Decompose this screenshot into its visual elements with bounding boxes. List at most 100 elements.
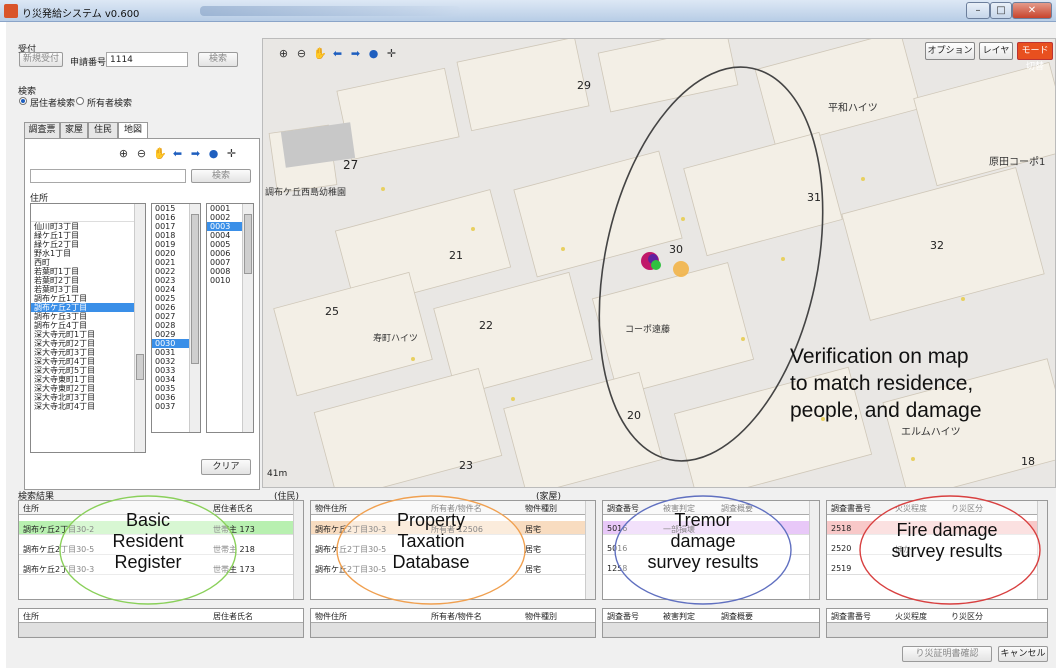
application-number-label: 申請番号: [70, 58, 107, 68]
cancel-button[interactable]: キャンセル: [998, 646, 1048, 662]
map-globe-icon[interactable]: ●: [367, 47, 380, 60]
table-cell: 居宅: [525, 545, 541, 554]
fire-grid-col-degree: 火災程度: [895, 504, 927, 513]
address-list-item[interactable]: 若葉町3丁目: [31, 285, 145, 294]
back-arrow-icon[interactable]: ⬅: [171, 147, 184, 160]
table-cell: 5016: [607, 544, 628, 553]
selected-property-grid[interactable]: 物件住所 所有者/物件名 物件種別: [310, 608, 596, 638]
resident-grid-scrollbar[interactable]: [293, 501, 303, 599]
tab-survey[interactable]: 調査票: [24, 122, 60, 138]
fire-grid-scrollbar[interactable]: [1037, 501, 1047, 599]
address-list-item[interactable]: 深大寺北町4丁目: [31, 402, 145, 411]
clear-button[interactable]: クリア: [201, 459, 251, 475]
overlay-line: damage: [670, 531, 736, 551]
map-label-heiwa: 平和ハイツ: [828, 102, 878, 114]
address-list-item[interactable]: 仙川町3丁目: [31, 222, 145, 231]
map-back-icon[interactable]: ⬅: [331, 47, 344, 60]
property-grid-scrollbar[interactable]: [585, 501, 595, 599]
zoom-in-icon[interactable]: ⊕: [117, 147, 130, 160]
map-label-29: 29: [577, 79, 591, 92]
map-scale-label: 41m: [267, 469, 287, 479]
address-list-item[interactable]: 若葉町2丁目: [31, 276, 145, 285]
table-cell: 世帯主 173: [213, 565, 255, 574]
map-pan-icon[interactable]: ✋: [313, 47, 327, 60]
selected-property-col-address: 物件住所: [315, 612, 347, 621]
table-row[interactable]: [827, 623, 1047, 637]
address-list-scrollbar[interactable]: [134, 204, 145, 452]
lot-number-list[interactable]: 0001 0002 0003 0004 0005 0006 0007 0008 0010: [206, 203, 254, 433]
address-list-item[interactable]: 深大寺東町2丁目: [31, 384, 145, 393]
table-cell: 2519: [831, 564, 852, 573]
disaster-certificate-confirm-button[interactable]: り災証明書確認: [902, 646, 992, 662]
tremor-grid-scrollbar[interactable]: [809, 501, 819, 599]
map-zoom-in-icon[interactable]: ⊕: [277, 47, 290, 60]
tab-map[interactable]: 地図: [118, 122, 148, 139]
map-search-panel: ⊕ ⊖ ✋ ⬅ ➡ ● ✛ 検索 住所 仙川町3丁目 緑ケ丘1丁目 緑ケ丘2丁目 野水…: [24, 138, 260, 490]
table-row[interactable]: [603, 623, 819, 637]
reception-search-button[interactable]: 検索: [198, 52, 238, 67]
tab-house[interactable]: 家屋: [60, 122, 88, 138]
map-forward-icon[interactable]: ➡: [349, 47, 362, 60]
selected-resident-grid[interactable]: 住所 居住者氏名: [18, 608, 304, 638]
overlay-line: Tremor: [674, 510, 732, 530]
minimize-button[interactable]: –: [966, 2, 990, 19]
address-list-item[interactable]: 深大寺元町1丁目: [31, 330, 145, 339]
selected-tremor-col-no: 調査番号: [607, 612, 639, 621]
map-view[interactable]: 27 29 31 32 30 21 22 25 20 23 18 平和ハイツ 原…: [262, 38, 1056, 488]
selected-fire-grid[interactable]: 調査書番号 火災程度 り災区分: [826, 608, 1048, 638]
address-list-item[interactable]: 緑ケ丘1丁目: [31, 231, 145, 240]
address-list-item[interactable]: 深大寺東町1丁目: [31, 375, 145, 384]
tab-resident[interactable]: 住民: [88, 122, 118, 138]
owner-search-radio[interactable]: [76, 97, 84, 105]
address-list-item[interactable]: 野水1丁目: [31, 249, 145, 258]
address-list-item[interactable]: 深大寺北町3丁目: [31, 393, 145, 402]
option-button[interactable]: オプション: [925, 42, 975, 60]
zoom-out-icon[interactable]: ⊖: [135, 147, 148, 160]
mode-switch-button[interactable]: モード切替: [1017, 42, 1053, 72]
address-search-input[interactable]: [30, 169, 186, 183]
address-list-item[interactable]: 調布ケ丘4丁目: [31, 321, 145, 330]
table-row[interactable]: [311, 623, 595, 637]
annotation-line-1: Verification on map: [790, 345, 969, 368]
address-list-item[interactable]: 深大寺元町2丁目: [31, 339, 145, 348]
map-crosshair-icon[interactable]: ✛: [385, 47, 398, 60]
block-list-scrollbar[interactable]: [189, 204, 200, 432]
app-window: 受付 新規受付 申請番号 1114 検索 検索 居住者検索 所有者検索 調査票 …: [6, 22, 1056, 668]
globe-icon[interactable]: ●: [207, 147, 220, 160]
address-list-item[interactable]: 緑ケ丘2丁目: [31, 240, 145, 249]
address-list-item[interactable]: 調布ケ丘3丁目: [31, 312, 145, 321]
panel-search-button[interactable]: 検索: [191, 169, 251, 183]
address-list-item[interactable]: 調布ケ丘1丁目: [31, 294, 145, 303]
crosshair-icon[interactable]: ✛: [225, 147, 238, 160]
map-label-27: 27: [343, 158, 358, 172]
overlay-line: Register: [114, 552, 182, 572]
map-label-32: 32: [930, 239, 944, 252]
selected-fire-col-degree: 火災程度: [895, 612, 927, 621]
overlay-line: Database: [392, 552, 470, 572]
new-reception-button[interactable]: 新規受付: [19, 52, 63, 67]
lot-list-scrollbar[interactable]: [242, 204, 253, 432]
selected-tremor-grid[interactable]: 調査番号 被害判定 調査概要: [602, 608, 820, 638]
close-button[interactable]: ✕: [1012, 2, 1052, 19]
map-label-school: 調布ケ丘西島幼稚園: [265, 186, 346, 198]
map-zoom-out-icon[interactable]: ⊖: [295, 47, 308, 60]
address-list-item[interactable]: 若葉町1丁目: [31, 267, 145, 276]
table-row[interactable]: 2519: [827, 561, 1047, 575]
address-list-item[interactable]: 調布ケ丘2丁目: [31, 303, 145, 312]
pan-hand-icon[interactable]: ✋: [153, 147, 167, 160]
address-list-item[interactable]: 深大寺元町4丁目: [31, 357, 145, 366]
tremor-overlay-label: Tremor damage survey results: [628, 510, 778, 573]
layer-button[interactable]: レイヤ: [979, 42, 1013, 60]
forward-arrow-icon[interactable]: ➡: [189, 147, 202, 160]
table-row[interactable]: [19, 623, 303, 637]
address-list-item[interactable]: 西町: [31, 258, 145, 267]
overlay-line: Property: [396, 510, 466, 530]
resident-search-radio[interactable]: [19, 97, 27, 105]
address-list[interactable]: 仙川町3丁目 緑ケ丘1丁目 緑ケ丘2丁目 野水1丁目 西町 若葉町1丁目 若葉町2丁目 若葉町…: [30, 203, 146, 453]
maximize-button[interactable]: □: [990, 2, 1012, 19]
map-label-23: 23: [459, 459, 473, 472]
address-list-item[interactable]: 深大寺元町5丁目: [31, 366, 145, 375]
block-number-list[interactable]: 0015 0016 0017 0018 0019 0020 0021 0022 0023 0024…: [151, 203, 201, 433]
application-number-field[interactable]: 1114: [106, 52, 188, 67]
address-list-item[interactable]: 深大寺元町3丁目: [31, 348, 145, 357]
